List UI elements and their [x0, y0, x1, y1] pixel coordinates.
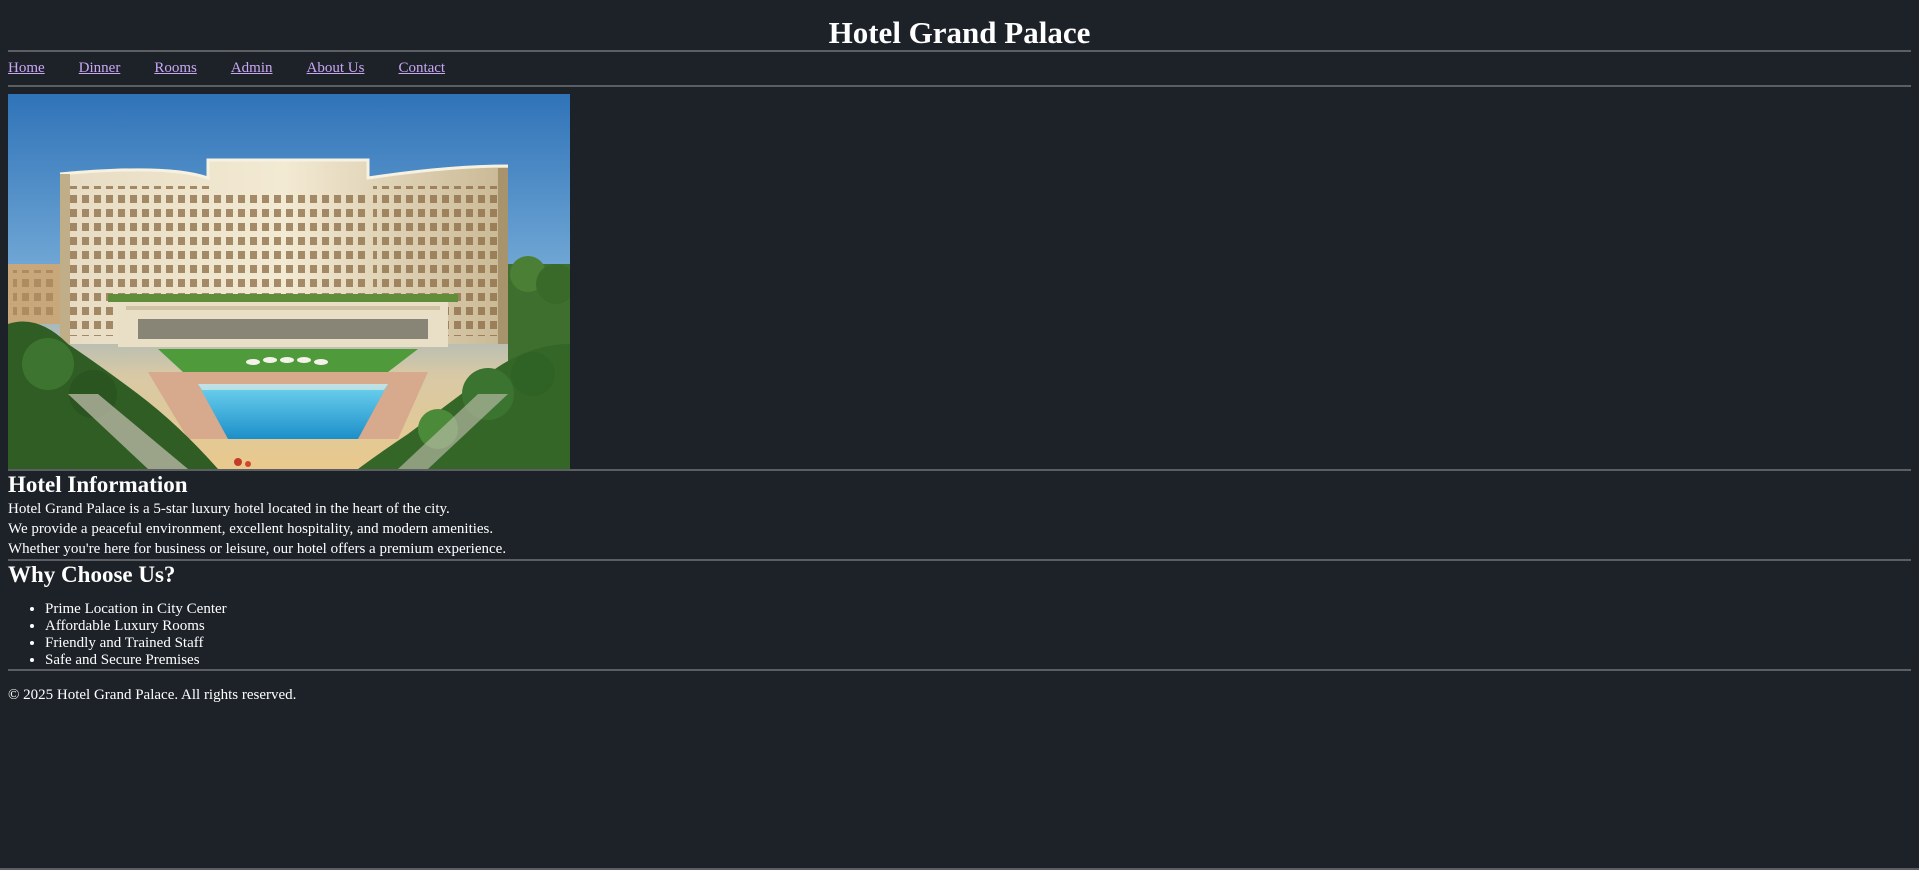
divider [8, 669, 1911, 671]
list-item: Friendly and Trained Staff [45, 635, 1911, 652]
nav-link-admin[interactable]: Admin [231, 60, 273, 77]
list-item: Prime Location in City Center [45, 601, 1911, 618]
nav-link-dinner[interactable]: Dinner [79, 60, 121, 77]
info-paragraph: Whether you're here for business or leis… [8, 541, 507, 557]
page: Hotel Grand Palace Home Dinner Rooms Adm… [0, 0, 1919, 705]
features-list: Prime Location in City Center Affordable… [8, 601, 1911, 669]
hotel-photo [8, 94, 570, 469]
site-title: Hotel Grand Palace [828, 15, 1091, 50]
list-item: Safe and Secure Premises [45, 652, 1911, 669]
info-paragraph: Hotel Grand Palace is a 5-star luxury ho… [8, 501, 450, 517]
divider [8, 85, 1911, 87]
hotel-photo-image [8, 94, 570, 469]
list-item: Affordable Luxury Rooms [45, 618, 1911, 635]
nav-link-rooms[interactable]: Rooms [154, 60, 197, 77]
main-nav: Home Dinner Rooms Admin About Us Contact [8, 52, 1911, 85]
info-paragraph: We provide a peaceful environment, excel… [8, 521, 494, 537]
nav-link-contact[interactable]: Contact [398, 60, 445, 77]
footer-copyright: © 2025 Hotel Grand Palace. All rights re… [8, 687, 297, 703]
hotel-information-heading: Hotel Information [8, 472, 188, 497]
nav-link-about-us[interactable]: About Us [307, 60, 365, 77]
nav-link-home[interactable]: Home [8, 60, 45, 77]
why-choose-us-heading: Why Choose Us? [8, 562, 176, 587]
